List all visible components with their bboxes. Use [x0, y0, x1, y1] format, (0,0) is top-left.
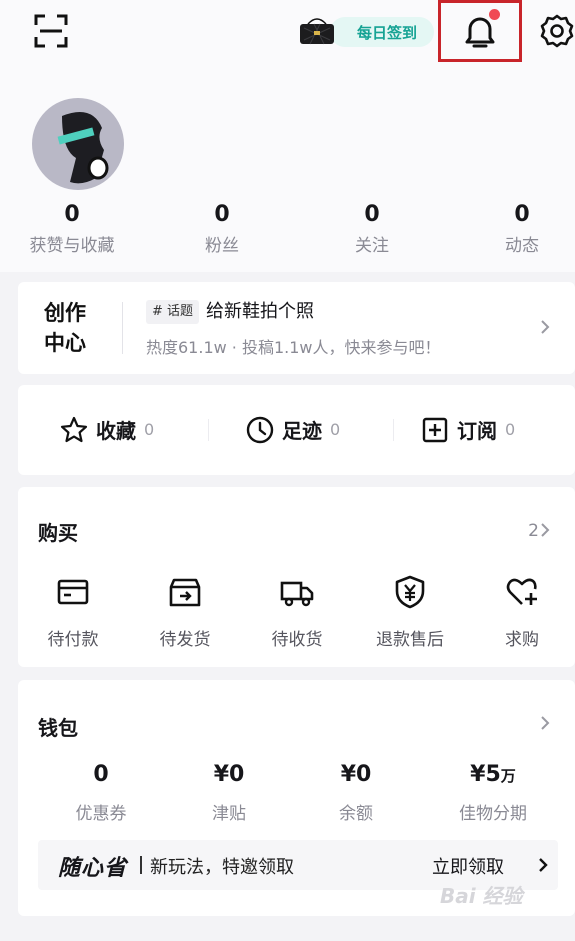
avatar[interactable] [32, 98, 124, 190]
star-icon [60, 416, 88, 442]
wallet-installment[interactable]: ¥5万 佳物分期 [438, 762, 548, 824]
order-label: 待发货 [159, 630, 211, 650]
wallet-amount: ¥0 [340, 762, 372, 787]
clock-icon [246, 416, 274, 443]
promo-logo: 随心省 [58, 856, 128, 881]
quick-link-favorites[interactable]: 收藏 0 [60, 415, 154, 444]
quick-link-count: 0 [505, 420, 516, 439]
checkin-label: 每日签到 [330, 17, 434, 47]
quick-links-card: 收藏 0 足迹 0 订阅 0 [18, 385, 575, 475]
wallet-value: ¥5万 [438, 762, 548, 787]
stat-value: 0 [364, 202, 380, 227]
stat-label: 粉丝 [205, 236, 239, 256]
wallet-label: 佳物分期 [459, 804, 527, 824]
watermark: Bai 经验 [440, 884, 523, 908]
wallet-allowance[interactable]: ¥0 津贴 [174, 762, 284, 824]
profile-stats: 0 获赞与收藏 0 粉丝 0 关注 0 动态 [0, 202, 575, 262]
profile-section: 0 获赞与收藏 0 粉丝 0 关注 0 动态 [0, 90, 575, 272]
topic-title: 给新鞋拍个照 [206, 301, 314, 322]
truck-icon [280, 581, 314, 607]
quick-link-count: 0 [144, 420, 155, 439]
orders-card: 购买 2 待付款 待发货 待收货 退款售后 求购 [18, 487, 575, 667]
wallet-label: 优惠券 [75, 804, 127, 824]
daily-checkin-button[interactable]: 每日签到 [290, 14, 436, 50]
divider [140, 856, 142, 874]
box-icon [169, 578, 201, 607]
wallet-label: 余额 [339, 804, 373, 824]
divider [393, 419, 394, 441]
stat-label: 关注 [355, 236, 389, 256]
wallet-title: 钱包 [38, 716, 78, 740]
notification-button[interactable] [438, 0, 522, 62]
creator-title-line1: 创作 [44, 301, 86, 325]
order-wanted[interactable]: 求购 [477, 575, 567, 650]
wallet-amount: ¥0 [213, 762, 245, 787]
stat-value: 0 [514, 202, 530, 227]
divider [122, 302, 123, 354]
scan-icon[interactable] [34, 14, 68, 48]
wallet-amount: ¥5 [470, 762, 501, 787]
wallet-balance[interactable]: ¥0 余额 [301, 762, 411, 824]
gear-icon[interactable] [540, 14, 574, 48]
topic-subtitle: 热度61.1w · 投稿1.1w人，快来参与吧！ [146, 338, 441, 357]
quick-link-subscriptions[interactable]: 订阅 0 [421, 415, 515, 444]
chevron-right-icon [541, 320, 550, 334]
creator-center-title: 创作 中心 [44, 298, 104, 358]
quick-link-history[interactable]: 足迹 0 [246, 415, 340, 444]
promo-cta-button[interactable]: 立即领取 [432, 853, 504, 879]
quick-link-label: 订阅 [457, 419, 497, 443]
order-pending-payment[interactable]: 待付款 [28, 575, 118, 650]
wallet-label: 津贴 [212, 804, 246, 824]
quick-link-count: 0 [330, 420, 341, 439]
orders-title: 购买 [38, 521, 78, 545]
stat-label: 动态 [505, 236, 539, 256]
stat-likes[interactable]: 0 获赞与收藏 [12, 202, 132, 256]
bell-icon [465, 17, 495, 48]
handbag-icon [300, 18, 334, 45]
shield-yen-icon [395, 575, 425, 609]
stat-value: 0 [64, 202, 80, 227]
order-pending-shipment[interactable]: 待发货 [140, 575, 230, 650]
wallet-amount: 0 [93, 762, 109, 787]
creator-center-card[interactable]: 创作 中心 # 话题 给新鞋拍个照 热度61.1w · 投稿1.1w人，快来参与… [18, 282, 575, 374]
notification-dot [489, 9, 500, 20]
order-label: 待付款 [47, 630, 99, 650]
order-label: 待收货 [271, 630, 323, 650]
wallet-value: 0 [46, 762, 156, 787]
stat-following[interactable]: 0 关注 [312, 202, 432, 256]
stat-label: 获赞与收藏 [29, 236, 115, 256]
quick-link-label: 收藏 [96, 419, 136, 443]
chevron-right-icon[interactable] [538, 716, 552, 730]
heart-plus-icon [506, 578, 537, 605]
order-label: 求购 [505, 630, 539, 650]
chevron-right-icon[interactable] [538, 523, 552, 537]
stat-posts[interactable]: 0 动态 [462, 202, 575, 256]
card-icon [57, 579, 89, 605]
chevron-right-icon [539, 858, 548, 872]
stat-fans[interactable]: 0 粉丝 [162, 202, 282, 256]
order-refund[interactable]: 退款售后 [365, 575, 455, 650]
quick-link-label: 足迹 [282, 419, 322, 443]
wallet-value: ¥0 [174, 762, 284, 787]
topic-tag: # 话题 [146, 300, 200, 324]
creator-title-line2: 中心 [44, 331, 86, 355]
wallet-unit: 万 [500, 767, 516, 785]
wallet-coupons[interactable]: 0 优惠券 [46, 762, 156, 824]
top-bar: 每日签到 [0, 0, 575, 90]
stat-value: 0 [214, 202, 230, 227]
order-label: 退款售后 [376, 630, 444, 650]
wallet-value: ¥0 [301, 762, 411, 787]
order-pending-receipt[interactable]: 待收货 [252, 575, 342, 650]
plus-square-icon [422, 417, 448, 442]
divider [208, 419, 209, 441]
promo-text: 新玩法，特邀领取 [150, 857, 294, 878]
